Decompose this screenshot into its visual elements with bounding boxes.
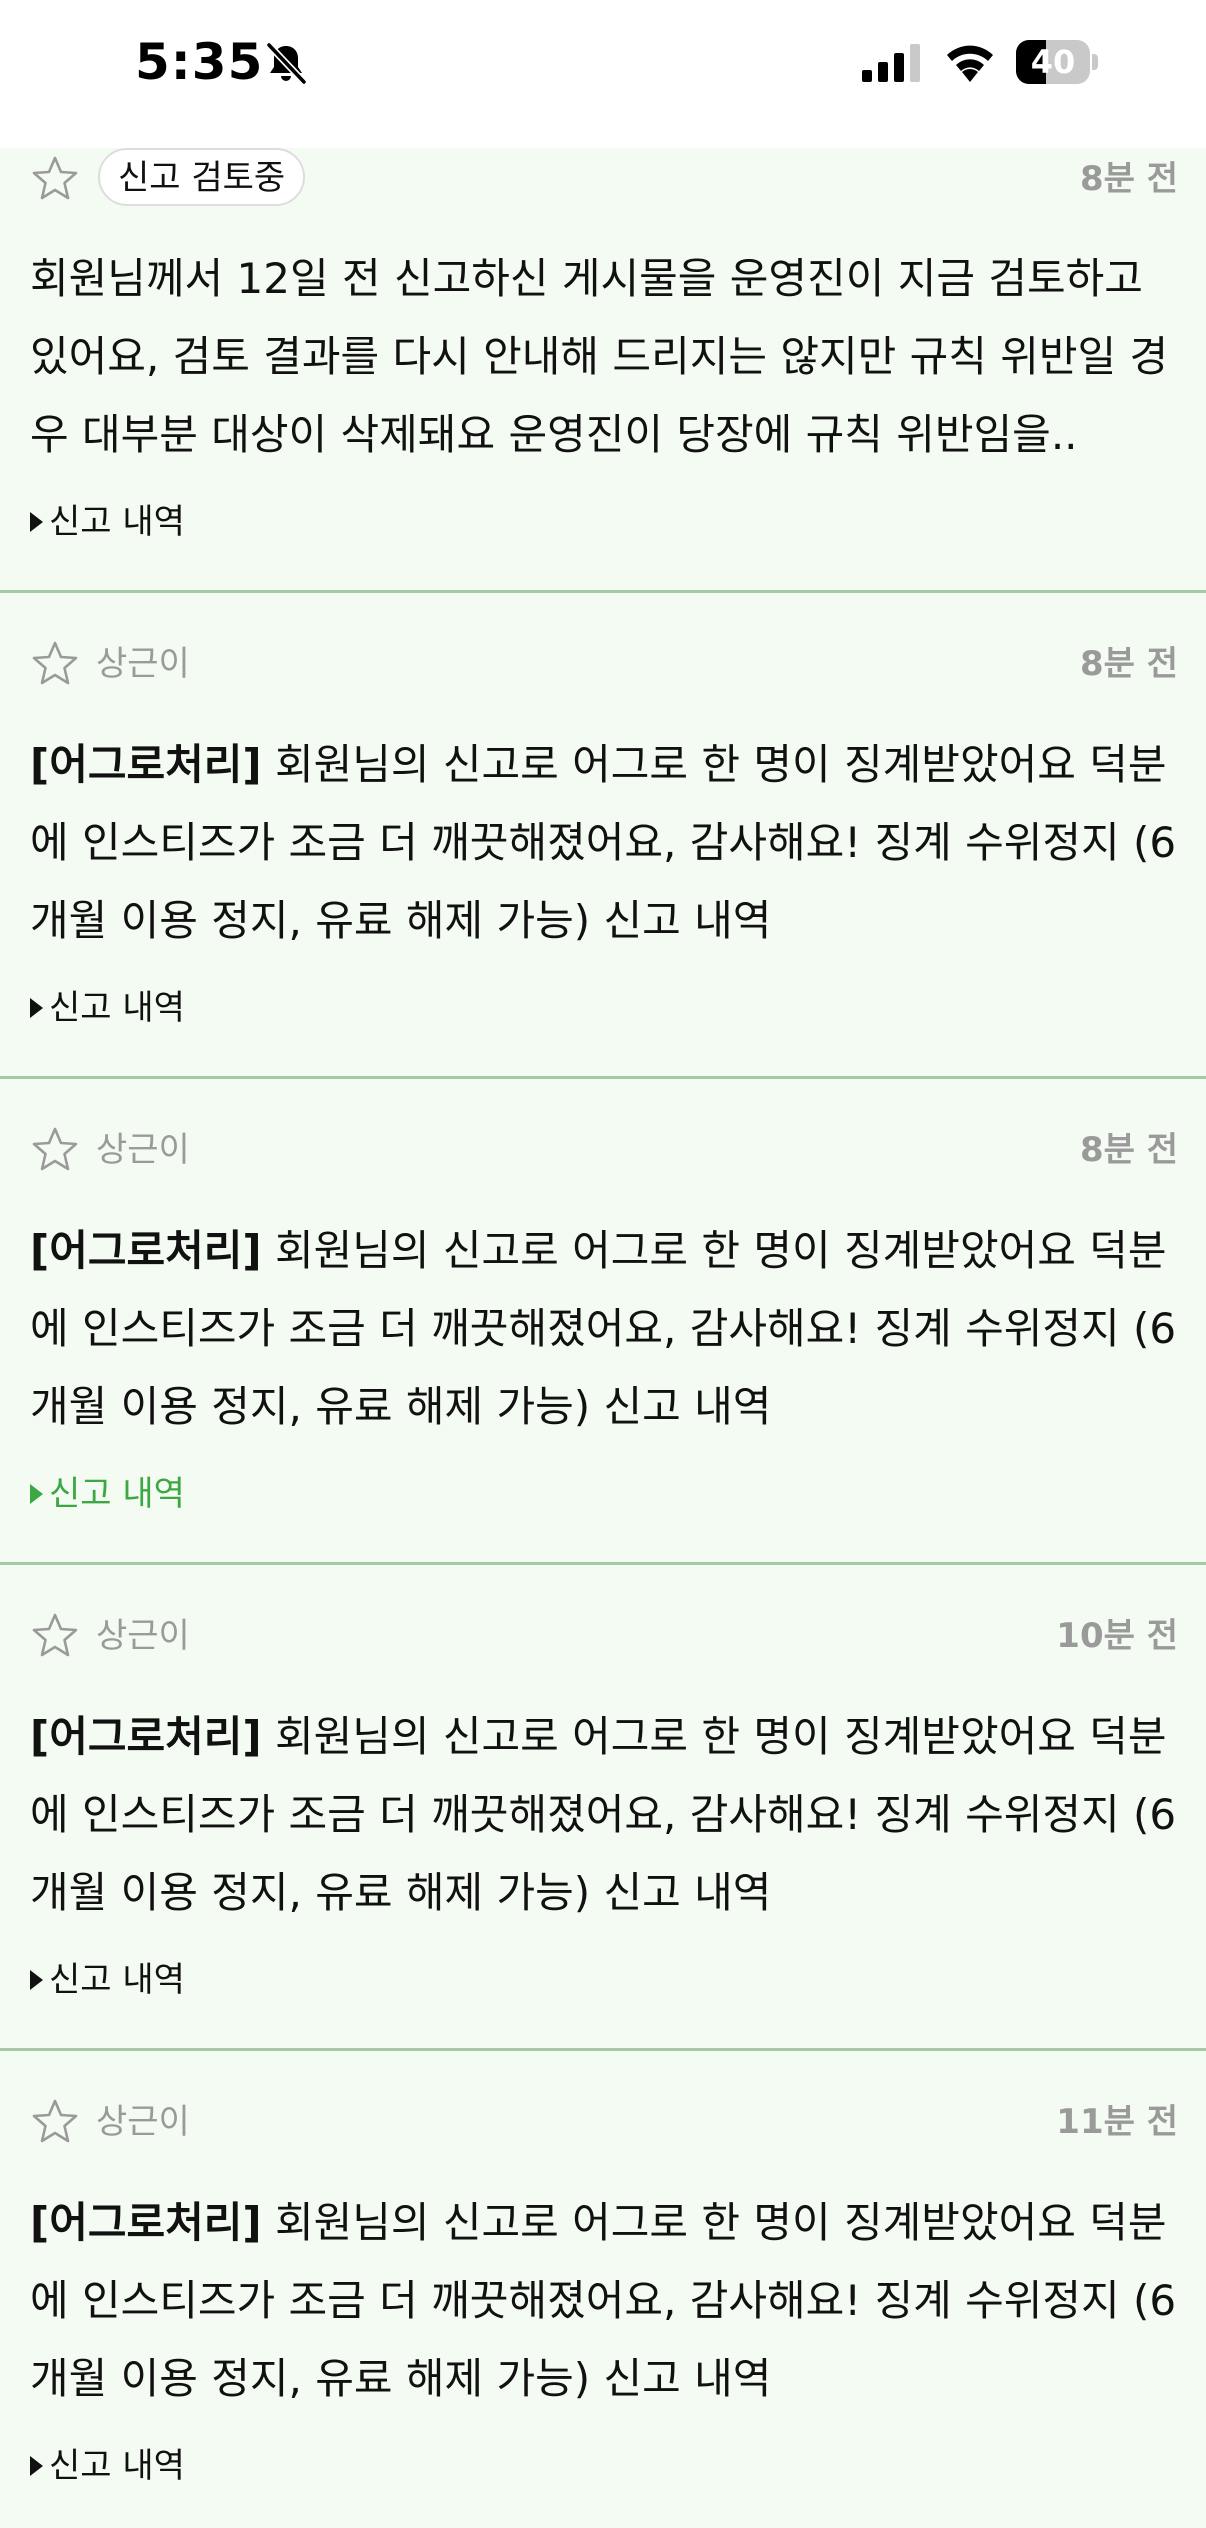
notification-header: 신고 검토중 8분 전 xyxy=(0,148,1206,208)
toggle-label: 신고 내역 xyxy=(49,1474,185,1514)
notification-author: 상근이 xyxy=(96,1130,190,1170)
status-bar: 5:35 40 xyxy=(0,0,1206,148)
notification-time: 8분 전 xyxy=(1079,159,1178,199)
notification-author: 상근이 xyxy=(96,1616,190,1656)
toggle-label: 신고 내역 xyxy=(49,2446,185,2486)
toggle-label: 신고 내역 xyxy=(49,988,185,1028)
star-icon[interactable] xyxy=(30,2097,80,2147)
notification-header: 상근이 10분 전 xyxy=(0,1605,1206,1665)
battery-icon: 40 xyxy=(1016,40,1098,84)
notification-time: 10분 전 xyxy=(1056,1616,1178,1656)
battery-percent: 40 xyxy=(1030,43,1076,81)
wifi-icon xyxy=(947,45,993,82)
notification-item[interactable]: 신고 검토중 8분 전 회원님께서 12일 전 신고하신 게시물을 운영진이 지… xyxy=(0,148,1206,593)
star-icon[interactable] xyxy=(30,1611,80,1661)
notification-header: 상근이 11분 전 xyxy=(0,2091,1206,2151)
notification-time: 11분 전 xyxy=(1056,2102,1178,2142)
status-time: 5:35 xyxy=(135,33,264,91)
toggle-label: 신고 내역 xyxy=(49,502,185,542)
notification-author: 상근이 xyxy=(96,644,190,684)
triangle-right-icon xyxy=(30,512,43,532)
star-icon[interactable] xyxy=(30,639,80,689)
triangle-right-icon xyxy=(30,1484,43,1504)
triangle-right-icon xyxy=(30,2456,43,2476)
toggle-label: 신고 내역 xyxy=(49,1960,185,2000)
notification-time: 8분 전 xyxy=(1079,1130,1178,1170)
triangle-right-icon xyxy=(30,998,43,1018)
notification-item[interactable]: 상근이 8분 전 [어그로처리] 회원님의 신고로 어그로 한 명이 징계받았어… xyxy=(0,593,1206,1079)
notification-item[interactable]: 상근이 11분 전 [어그로처리] 회원님의 신고로 어그로 한 명이 징계받았… xyxy=(0,2051,1206,2528)
notification-header: 상근이 8분 전 xyxy=(0,633,1206,693)
report-history-toggle[interactable]: 신고 내역 xyxy=(30,1472,185,1516)
notification-message: 회원님께서 12일 전 신고하신 게시물을 운영진이 지금 검토하고 있어요, … xyxy=(30,240,1180,474)
notification-message: [어그로처리] 회원님의 신고로 어그로 한 명이 징계받았어요 덕분에 인스티… xyxy=(30,2184,1180,2418)
star-icon[interactable] xyxy=(30,154,80,204)
report-history-toggle[interactable]: 신고 내역 xyxy=(30,1958,185,2002)
star-icon[interactable] xyxy=(30,1125,80,1175)
cellular-signal-icon xyxy=(862,44,920,82)
notification-message: [어그로처리] 회원님의 신고로 어그로 한 명이 징계받았어요 덕분에 인스티… xyxy=(30,1212,1180,1446)
message-tag: [어그로처리] xyxy=(30,1712,262,1761)
notification-header: 상근이 8분 전 xyxy=(0,1119,1206,1179)
message-tag: [어그로처리] xyxy=(30,740,262,789)
status-badge: 신고 검토중 xyxy=(98,148,306,206)
message-text: 회원님께서 12일 전 신고하신 게시물을 운영진이 지금 검토하고 있어요, … xyxy=(30,254,1169,459)
notification-item[interactable]: 상근이 10분 전 [어그로처리] 회원님의 신고로 어그로 한 명이 징계받았… xyxy=(0,1565,1206,2051)
message-tag: [어그로처리] xyxy=(30,2198,262,2247)
notification-author: 상근이 xyxy=(96,2102,190,2142)
report-history-toggle[interactable]: 신고 내역 xyxy=(30,500,185,544)
notification-message: [어그로처리] 회원님의 신고로 어그로 한 명이 징계받았어요 덕분에 인스티… xyxy=(30,1698,1180,1932)
triangle-right-icon xyxy=(30,1970,43,1990)
notification-message: [어그로처리] 회원님의 신고로 어그로 한 명이 징계받았어요 덕분에 인스티… xyxy=(30,726,1180,960)
notification-time: 8분 전 xyxy=(1079,644,1178,684)
report-history-toggle[interactable]: 신고 내역 xyxy=(30,986,185,1030)
notification-screen: 5:35 40 신고 검토중 8분 전 회원님께서 12일 전 신고하신 게시물… xyxy=(0,0,1206,2528)
bell-slash-icon xyxy=(266,42,307,85)
notification-list: 신고 검토중 8분 전 회원님께서 12일 전 신고하신 게시물을 운영진이 지… xyxy=(0,148,1206,2528)
notification-item[interactable]: 상근이 8분 전 [어그로처리] 회원님의 신고로 어그로 한 명이 징계받았어… xyxy=(0,1079,1206,1565)
report-history-toggle[interactable]: 신고 내역 xyxy=(30,2444,185,2488)
message-tag: [어그로처리] xyxy=(30,1226,262,1275)
